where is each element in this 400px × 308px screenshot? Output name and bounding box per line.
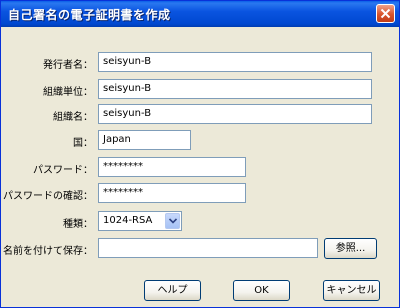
browse-button[interactable]: 参照... [324,238,377,259]
org-name-label: 組織名： [53,112,93,123]
org-name-field[interactable]: seisyun-B [98,104,372,124]
password-field[interactable]: ******** [98,157,246,177]
type-select-value: 1024-RSA [103,215,153,226]
dialog-window: 自己署名の電子証明書を作成 発行者名： seisyun-B 組織単位： seis… [0,0,400,308]
type-dropdown-button[interactable] [165,213,180,229]
country-field[interactable]: Japan [98,130,191,150]
org-unit-label: 組織単位： [43,87,93,98]
org-unit-field[interactable]: seisyun-B [98,79,372,99]
close-button[interactable] [376,4,395,23]
save-as-field[interactable] [98,238,318,258]
help-button[interactable]: ヘルプ [144,280,201,301]
chevron-down-icon [169,218,177,224]
country-label: 国： [73,138,93,149]
window-title: 自己署名の電子証明書を作成 [8,8,171,22]
password-label: パスワード： [33,165,93,176]
issuer-label: 発行者名： [43,60,93,71]
password-confirm-label: パスワードの確認： [3,191,93,202]
close-icon [380,8,391,19]
issuer-field[interactable]: seisyun-B [98,52,372,72]
cancel-button[interactable]: キャンセル [323,280,380,301]
type-select[interactable]: 1024-RSA [98,211,182,231]
save-as-label: 名前を付けて保存： [3,246,93,257]
password-confirm-field[interactable]: ******** [98,183,246,203]
title-bar[interactable]: 自己署名の電子証明書を作成 [1,1,399,27]
type-label: 種類： [63,219,93,230]
ok-button[interactable]: OK [233,280,290,301]
